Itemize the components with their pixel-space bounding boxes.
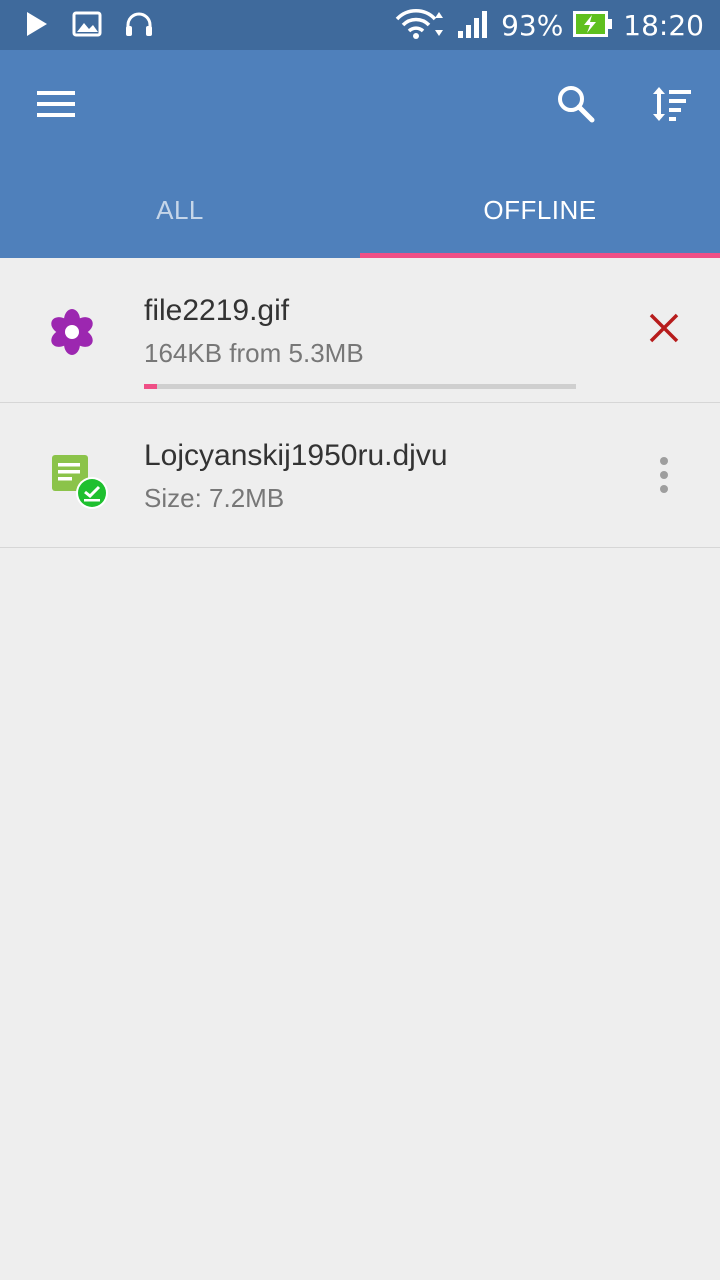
tab-all-label: ALL	[156, 194, 204, 225]
status-bar: 93% 18:20	[0, 0, 720, 50]
search-button[interactable]	[544, 74, 608, 138]
menu-button[interactable]	[24, 74, 88, 138]
cancel-download-button[interactable]	[632, 298, 696, 362]
signal-icon	[457, 9, 491, 43]
tab-all[interactable]: ALL	[0, 162, 360, 258]
file-name: Lojcyanskij1950ru.djvu	[144, 439, 448, 472]
play-store-icon	[24, 10, 50, 42]
download-progress-text: 164KB from 5.3MB	[144, 338, 364, 368]
battery-percentage: 93%	[501, 9, 564, 42]
image-file-icon	[40, 296, 108, 364]
file-size: Size: 7.2MB	[144, 483, 285, 513]
list-item[interactable]: Lojcyanskij1950ru.djvu Size: 7.2MB	[0, 403, 720, 548]
document-downloaded-icon	[40, 441, 108, 509]
download-progress-fill	[144, 384, 157, 389]
app-bar: ALL OFFLINE	[0, 50, 720, 258]
more-vert-icon	[660, 454, 668, 496]
tab-offline[interactable]: OFFLINE	[360, 162, 720, 258]
wifi-icon	[395, 8, 447, 44]
search-icon	[556, 84, 596, 128]
battery-charging-icon	[573, 11, 613, 41]
more-options-button[interactable]	[632, 443, 696, 507]
headphones-icon	[124, 10, 154, 42]
image-notification-icon	[72, 11, 102, 41]
file-name: file2219.gif	[144, 294, 290, 327]
sort-icon	[650, 84, 694, 128]
menu-icon	[36, 89, 76, 123]
sort-button[interactable]	[640, 74, 704, 138]
tab-bar: ALL OFFLINE	[0, 162, 720, 258]
download-progress-bar	[144, 384, 576, 389]
tab-offline-label: OFFLINE	[483, 194, 597, 225]
file-list: file2219.gif 164KB from 5.3MB Lojcyanski…	[0, 258, 720, 548]
cancel-icon	[648, 312, 680, 348]
list-item[interactable]: file2219.gif 164KB from 5.3MB	[0, 258, 720, 403]
clock: 18:20	[623, 9, 704, 42]
